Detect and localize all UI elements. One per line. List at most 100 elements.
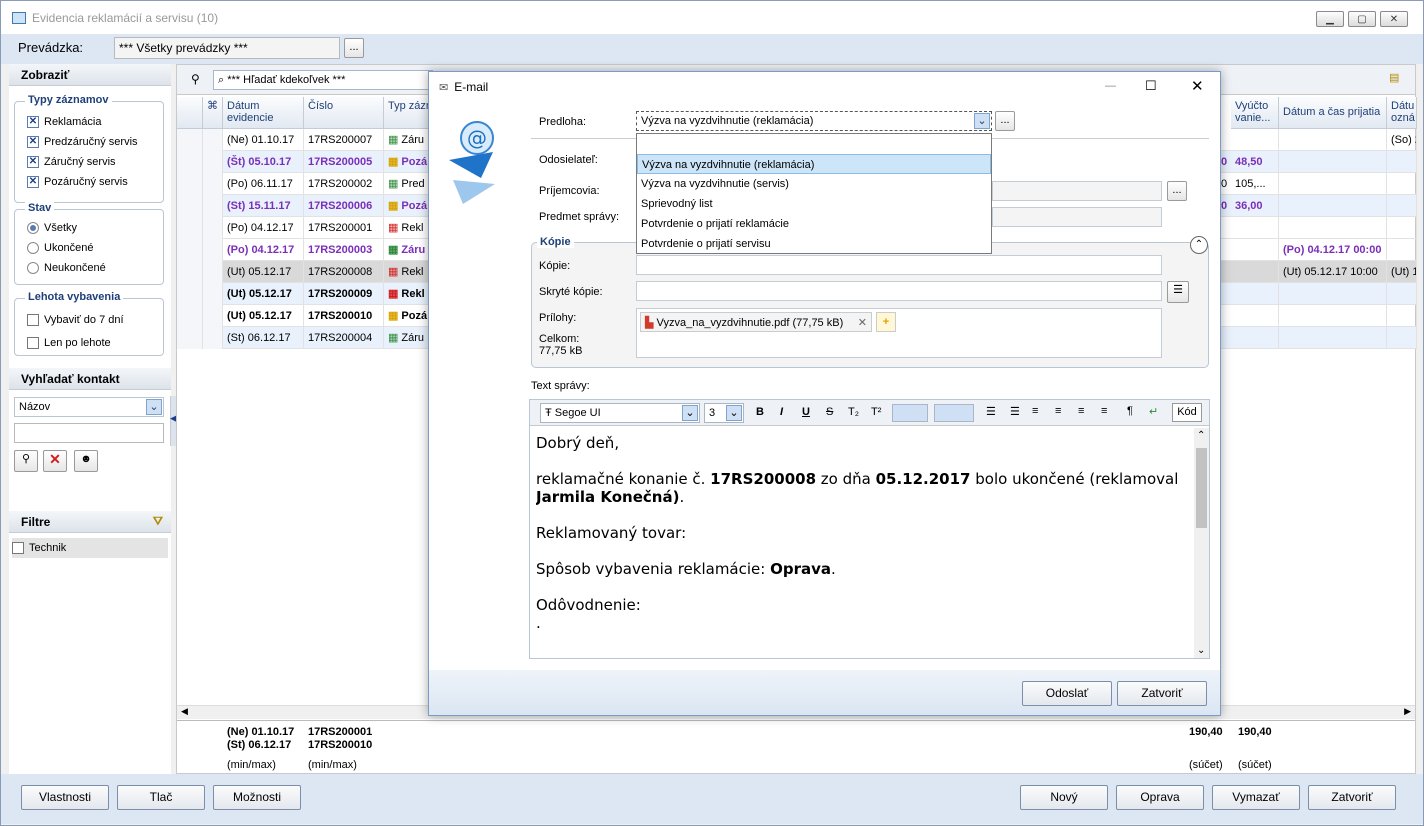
moznosti-button[interactable]: Možnosti [213, 785, 301, 810]
justify-icon[interactable]: ≡ [1101, 405, 1107, 417]
dialog-close-icon[interactable]: ✕ [1191, 77, 1204, 95]
zatvorit-button[interactable]: Zatvoriť [1308, 785, 1396, 810]
address-book-icon[interactable]: ☰ [1167, 281, 1189, 303]
cb-vybavit[interactable]: Vybaviť do 7 dní [27, 314, 124, 326]
odoslat-button[interactable]: Odoslať [1022, 681, 1112, 706]
dropdown-option[interactable]: Sprievodný list [637, 194, 991, 214]
oprava-button[interactable]: Oprava [1116, 785, 1204, 810]
prijemcovia-more-button[interactable]: ... [1167, 181, 1187, 201]
grid-settings-icon[interactable]: ▤ [1389, 71, 1399, 84]
chevron-down-icon: ⌄ [146, 399, 162, 415]
cell-typ-text: Rekl [401, 266, 424, 278]
filter-icon[interactable]: ⛛ [153, 514, 163, 529]
dropdown-option-selected[interactable]: Výzva na vyzdvihnutie (reklamácia) [637, 154, 991, 174]
scroll-right-icon[interactable]: ▶ [1404, 706, 1411, 717]
header-datum-prijatia[interactable]: Dátum a čas prijatia [1279, 97, 1387, 129]
underline-icon[interactable]: U [802, 406, 810, 418]
kopie-input[interactable] [636, 255, 1162, 275]
font-color-icon[interactable] [892, 404, 928, 422]
binoculars-icon[interactable]: ⚲ [14, 450, 38, 472]
prevadzka-field[interactable]: *** Všetky prevádzky *** [114, 37, 340, 59]
dropdown-option[interactable]: Potvrdenie o prijatí servisu [637, 234, 991, 254]
scroll-down-icon[interactable]: ⌄ [1197, 645, 1205, 656]
header-vyuctovanie[interactable]: Vyúčto vanie... [1231, 97, 1279, 129]
dropdown-option[interactable]: Potvrdenie o prijatí reklamácie [637, 214, 991, 234]
attachment-chip[interactable]: ▙ Vyzva_na_vyzdvihnutie.pdf (77,75 kB) ✕ [640, 312, 872, 332]
cell-cislo-text: 17RS200002 [308, 178, 373, 190]
editor-scrollbar[interactable]: ⌃ ⌄ [1194, 428, 1209, 658]
align-right-icon[interactable]: ≡ [1078, 405, 1084, 417]
add-attachment-icon[interactable]: + [876, 312, 896, 332]
vlastnosti-button[interactable]: Vlastnosti [21, 785, 109, 810]
delete-icon[interactable]: ✕ [43, 450, 67, 472]
minimize-button[interactable]: ▁ [1316, 11, 1344, 27]
scroll-thumb[interactable] [1196, 448, 1207, 528]
collapse-up-icon[interactable]: ⌃ [1190, 236, 1208, 254]
cb-reklamacia[interactable]: ✕ Reklamácia [27, 116, 101, 128]
header-cislo[interactable]: Číslo [304, 97, 384, 129]
header-datum-oznamenia[interactable]: Dátu ozná [1387, 97, 1417, 129]
global-search-select[interactable]: ⌕ *** Hľadať kdekoľvek *** [213, 70, 433, 90]
subscript-icon[interactable]: T₂ [848, 406, 859, 418]
predmet-input[interactable] [992, 207, 1162, 227]
maximize-button[interactable]: ▢ [1348, 11, 1376, 27]
cell-typ-text: Pozá [401, 156, 428, 168]
cell-vyuctovanie-text: 105,... [1235, 178, 1266, 190]
remove-attachment-icon[interactable]: ✕ [858, 316, 867, 329]
body-text: 05.12.2017 [875, 470, 971, 488]
email-zatvorit-button[interactable]: Zatvoriť [1117, 681, 1207, 706]
cell-datum: (Po) 04.12.17 [223, 217, 304, 239]
cb-zarucny[interactable]: ✕ Záručný servis [27, 156, 116, 168]
header-marker [177, 97, 203, 129]
bullet-list-icon[interactable]: ☰ [986, 405, 996, 418]
tlac-button[interactable]: Tlač [117, 785, 205, 810]
dropdown-option[interactable]: Výzva na vyzdvihnutie (servis) [637, 174, 991, 194]
kod-button[interactable]: Kód [1172, 403, 1202, 422]
novy-button[interactable]: Nový [1020, 785, 1108, 810]
rb-ukoncene[interactable]: Ukončené [27, 242, 94, 254]
cb-len-po-lehote[interactable]: Len po lehote [27, 337, 111, 349]
background-color-icon[interactable] [934, 404, 974, 422]
cb-predzarucny[interactable]: ✕ Predzáručný servis [27, 136, 138, 148]
font-select[interactable]: Ŧ Segoe UI ⌄ [540, 403, 700, 423]
message-body[interactable]: Dobrý deň, reklamačné konanie č. 17RS200… [536, 434, 1188, 658]
cell-datum-text: (St) 15.11.17 [227, 200, 291, 212]
binoculars-icon[interactable]: ⚲ [191, 72, 200, 86]
italic-icon[interactable]: I [780, 406, 783, 418]
cell-datum-oznamenia [1387, 217, 1417, 239]
close-button[interactable]: ✕ [1380, 11, 1408, 27]
vymazat-button[interactable]: Vymazať [1212, 785, 1300, 810]
contacts-icon[interactable]: ☻ [74, 450, 98, 472]
dropdown-option[interactable] [637, 134, 991, 154]
scroll-left-icon[interactable]: ◀ [181, 706, 188, 717]
scroll-up-icon[interactable]: ⌃ [1197, 430, 1205, 441]
skryte-kopie-input[interactable] [636, 281, 1162, 301]
header-datum[interactable]: Dátum evidencie [223, 97, 304, 129]
strikethrough-icon[interactable]: S [826, 406, 833, 418]
cell-datum: (Ut) 05.12.17 [223, 261, 304, 283]
predloha-select[interactable]: Výzva na vyzdvihnutie (reklamácia) ⌄ [636, 111, 992, 131]
cell-datum-prijatia [1279, 195, 1387, 217]
rb-neukoncene[interactable]: Neukončené [27, 262, 106, 274]
prevadzka-more-button[interactable]: ... [344, 38, 364, 58]
numbered-list-icon[interactable]: ☰ [1010, 405, 1020, 418]
dialog-minimize-icon[interactable]: — [1105, 80, 1116, 92]
filter-technik[interactable]: Technik [12, 538, 168, 558]
rb-vsetky[interactable]: Všetky [27, 222, 77, 234]
superscript-icon[interactable]: T² [871, 406, 881, 418]
kontakt-search-input[interactable] [14, 423, 164, 443]
dialog-maximize-icon[interactable]: ☐ [1145, 78, 1157, 94]
paragraph-icon[interactable]: ¶ [1127, 405, 1133, 417]
align-center-icon[interactable]: ≡ [1055, 405, 1061, 417]
align-left-icon[interactable]: ≡ [1032, 405, 1038, 417]
cell-cislo-text: 17RS200010 [308, 310, 373, 322]
predloha-more-button[interactable]: ... [995, 111, 1015, 131]
prijemcovia-input[interactable] [992, 181, 1162, 201]
line-break-icon[interactable]: ↵ [1149, 405, 1158, 418]
size-select[interactable]: 3 ⌄ [704, 403, 744, 423]
cb-pozarucny[interactable]: ✕ Pozáručný servis [27, 176, 128, 188]
partial-cell: 0 [1221, 156, 1228, 168]
record-type-icon: ▦ [388, 200, 399, 212]
bold-icon[interactable]: B [756, 406, 764, 418]
kontakt-field-select[interactable]: Názov ⌄ [14, 397, 164, 417]
